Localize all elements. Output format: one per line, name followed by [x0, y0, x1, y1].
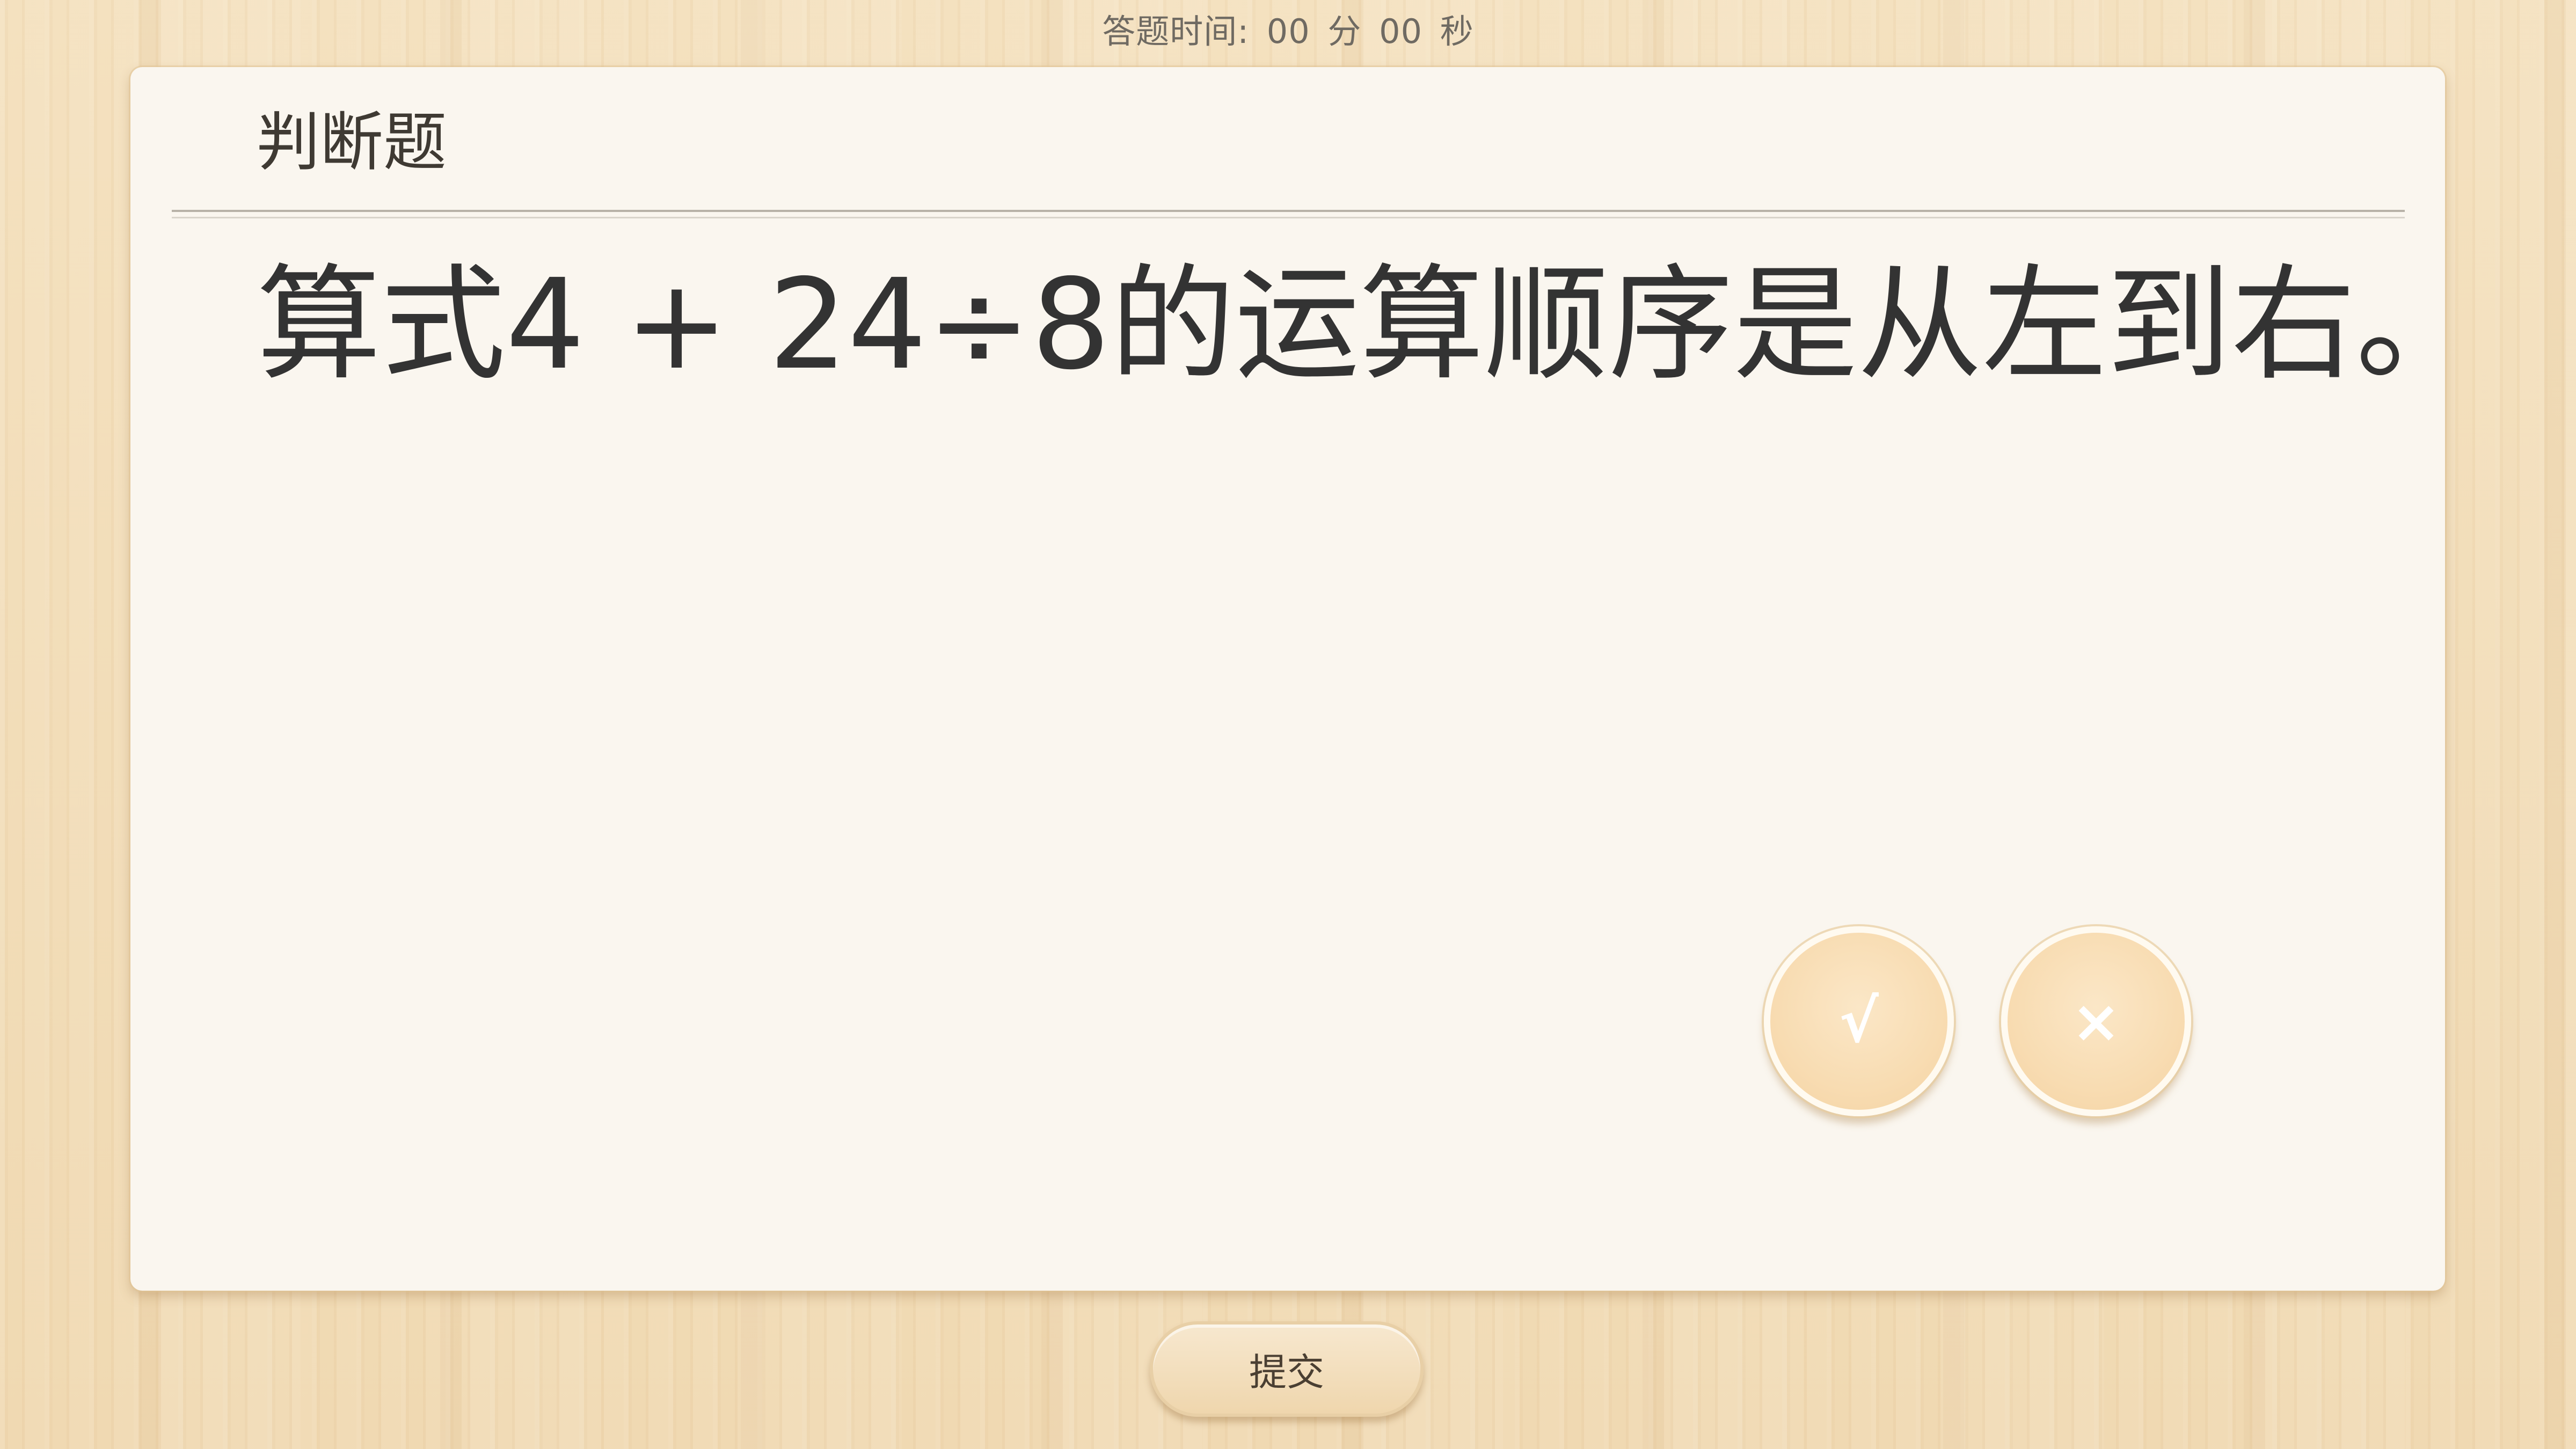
- submit-label: 提交: [1249, 1350, 1324, 1394]
- answer-false-button[interactable]: ×: [2001, 926, 2191, 1116]
- answer-true-button[interactable]: √: [1764, 926, 1954, 1116]
- question-text: 算式4 + 24÷8的运算顺序是从左到右。: [257, 252, 2480, 397]
- timer-seconds: 00: [1379, 12, 1423, 51]
- question-type-title: 判断题: [257, 105, 447, 179]
- timer-minutes: 00: [1266, 12, 1310, 51]
- timer-minutes-unit: 分: [1327, 12, 1362, 51]
- cross-icon: ×: [2071, 987, 2121, 1056]
- submit-button[interactable]: 提交: [1150, 1321, 1424, 1417]
- timer-seconds-unit: 秒: [1440, 12, 1474, 51]
- check-icon: √: [1839, 987, 1879, 1056]
- answer-timer: 答题时间: 00 分 00 秒: [0, 8, 2576, 56]
- title-divider: [172, 210, 2405, 218]
- timer-label: 答题时间:: [1102, 12, 1250, 51]
